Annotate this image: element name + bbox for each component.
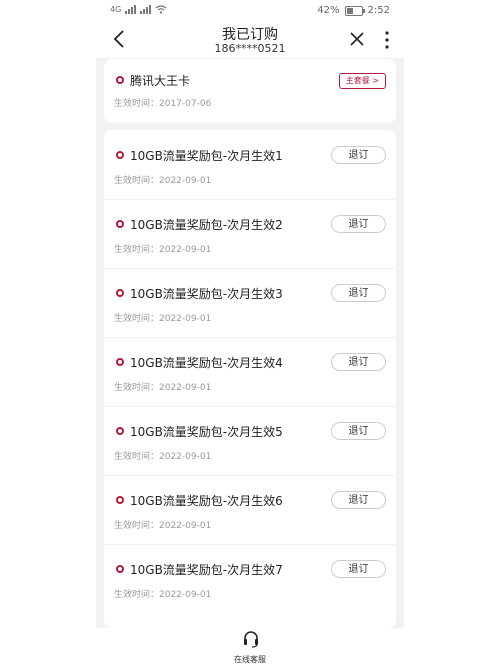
unsubscribe-button[interactable]: 退订 [331, 560, 386, 578]
battery-icon [344, 5, 365, 16]
addon-date: 生效时间：2022-09-01 [114, 590, 212, 600]
unsubscribe-button[interactable]: 退订 [331, 146, 386, 164]
list-item: 10GB流量奖励包-次月生效4 退订 生效时间：2022-09-01 [104, 337, 396, 406]
addon-name: 10GB流量奖励包-次月生效2 [130, 218, 283, 232]
signal-icon-2 [140, 5, 152, 14]
bullet-icon [116, 427, 124, 435]
list-item: 10GB流量奖励包-次月生效5 退订 生效时间：2022-09-01 [104, 406, 396, 475]
addon-name: 10GB流量奖励包-次月生效5 [130, 425, 283, 439]
addon-list-card: 10GB流量奖励包-次月生效1 退订 生效时间：2022-09-01 10GB流… [104, 130, 396, 628]
addon-date: 生效时间：2022-09-01 [114, 245, 212, 255]
addon-date: 生效时间：2022-09-01 [114, 521, 212, 531]
header: 我已订购 186****0521 [96, 22, 404, 58]
headset-icon[interactable] [242, 630, 260, 648]
status-left: 4G [110, 5, 167, 14]
status-bar: 4G 42% 2:52 [96, 0, 404, 22]
list-item: 10GB流量奖励包-次月生效1 退订 生效时间：2022-09-01 [104, 130, 396, 199]
list-item: 10GB流量奖励包-次月生效6 退订 生效时间：2022-09-01 [104, 475, 396, 544]
customer-service-label[interactable]: 在线客服 [96, 654, 404, 665]
plan-name: 腾讯大王卡 [130, 74, 191, 88]
status-right: 42% 2:52 [317, 5, 390, 16]
close-icon[interactable] [348, 30, 366, 48]
addon-date: 生效时间：2022-09-01 [114, 314, 212, 324]
unsubscribe-button[interactable]: 退订 [331, 284, 386, 302]
phone-screen: 4G 42% 2:52 我已订购 186****0521 腾讯大王卡 主套餐 >… [96, 0, 404, 666]
bullet-icon [116, 76, 124, 84]
bullet-icon [116, 565, 124, 573]
main-plan-card: 腾讯大王卡 主套餐 > 生效时间：2017-07-06 [104, 59, 396, 123]
unsubscribe-button[interactable]: 退订 [331, 353, 386, 371]
wifi-icon [155, 5, 167, 14]
list-item: 10GB流量奖励包-次月生效7 退订 生效时间：2022-09-01 [104, 544, 396, 613]
addon-name: 10GB流量奖励包-次月生效4 [130, 356, 283, 370]
plan-date: 生效时间：2017-07-06 [114, 99, 212, 109]
addon-name: 10GB流量奖励包-次月生效3 [130, 287, 283, 301]
bullet-icon [116, 358, 124, 366]
bullet-icon [116, 289, 124, 297]
addon-name: 10GB流量奖励包-次月生效6 [130, 494, 283, 508]
battery-percent: 42% [317, 5, 340, 16]
addon-date: 生效时间：2022-09-01 [114, 176, 212, 186]
addon-date: 生效时间：2022-09-01 [114, 383, 212, 393]
network-label: 4G [110, 5, 122, 14]
more-vertical-icon[interactable] [382, 30, 392, 50]
list-item: 10GB流量奖励包-次月生效3 退订 生效时间：2022-09-01 [104, 268, 396, 337]
signal-icon [125, 5, 137, 14]
unsubscribe-button[interactable]: 退订 [331, 422, 386, 440]
unsubscribe-button[interactable]: 退订 [331, 491, 386, 509]
list-item: 10GB流量奖励包-次月生效2 退订 生效时间：2022-09-01 [104, 199, 396, 268]
bullet-icon [116, 220, 124, 228]
bullet-icon [116, 151, 124, 159]
bullet-icon [116, 496, 124, 504]
addon-date: 生效时间：2022-09-01 [114, 452, 212, 462]
clock: 2:52 [367, 5, 390, 16]
unsubscribe-button[interactable]: 退订 [331, 215, 386, 233]
addon-name: 10GB流量奖励包-次月生效7 [130, 563, 283, 577]
addon-name: 10GB流量奖励包-次月生效1 [130, 149, 283, 163]
main-plan-badge[interactable]: 主套餐 > [338, 73, 386, 89]
bottom-bar: 在线客服 [96, 628, 404, 666]
